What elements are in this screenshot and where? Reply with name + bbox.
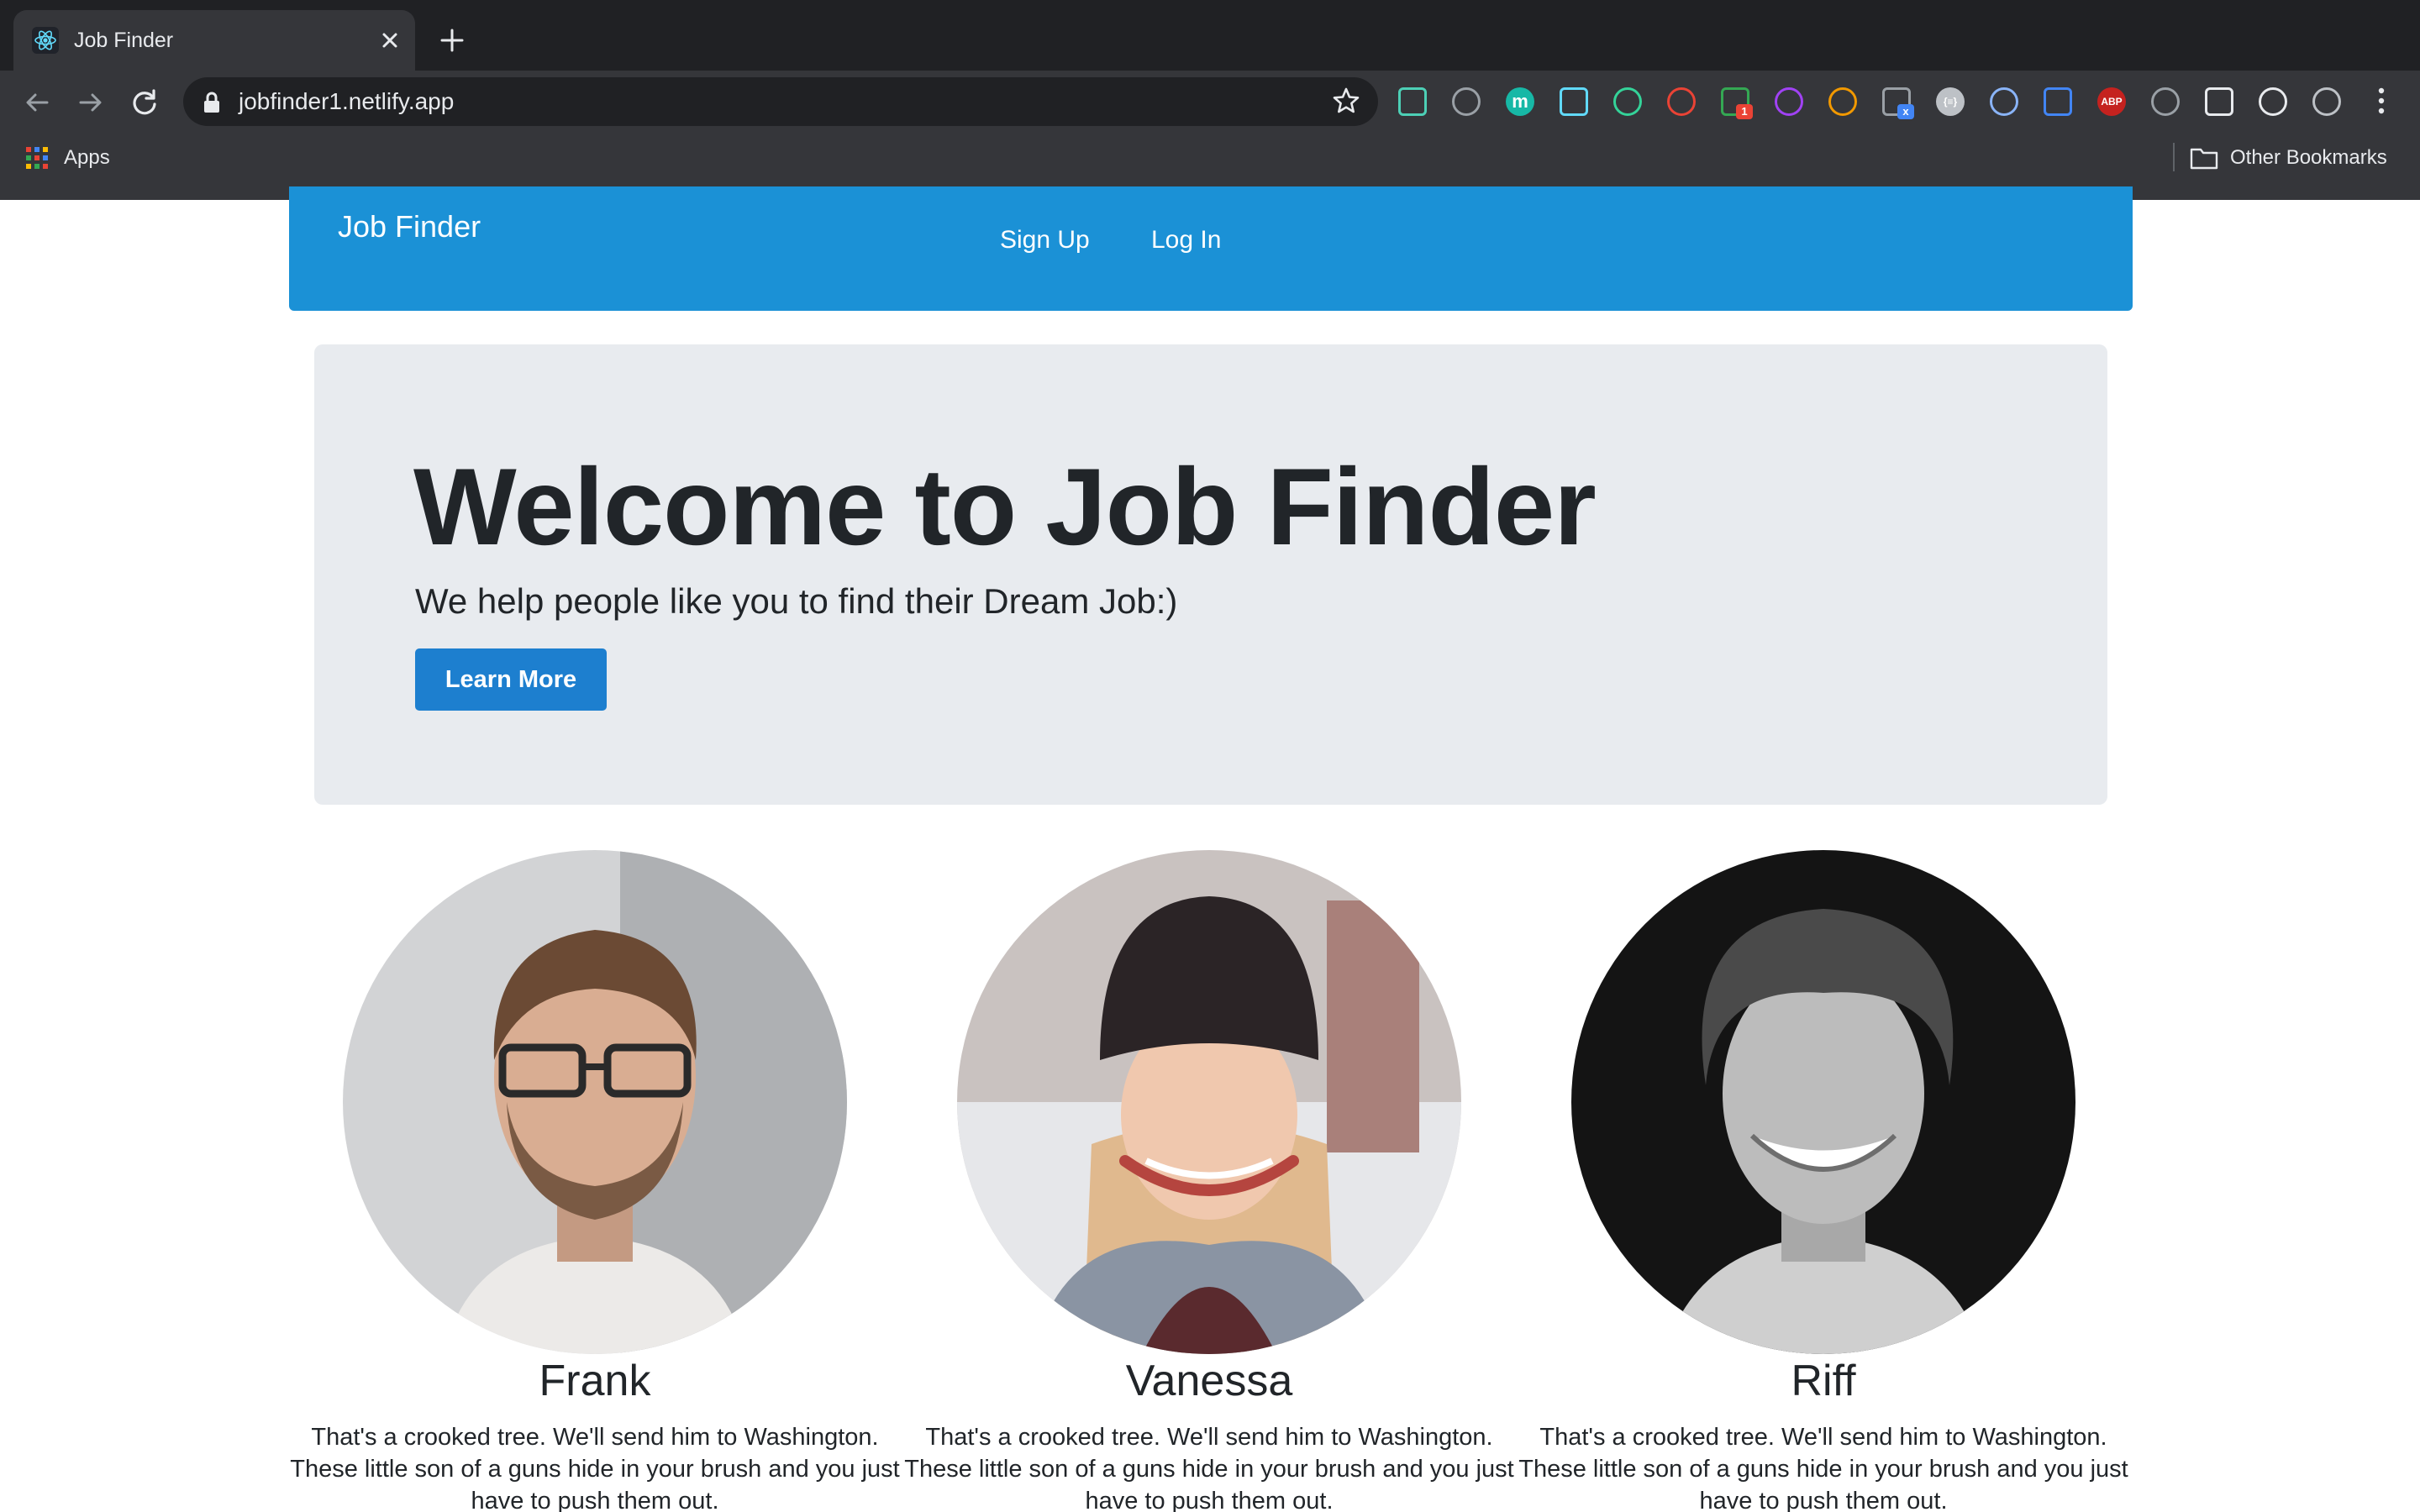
log-in-link[interactable]: Log In [1151,223,1221,257]
brand-link[interactable]: Job Finder [338,208,481,245]
person-card-frank: Frank That's a crooked tree. We'll send … [286,850,900,1512]
react-favicon-icon [32,27,59,54]
url-text[interactable]: jobfinder1.netlify.app [239,87,454,116]
avatar-vanessa [957,850,1461,1354]
person-description: That's a crooked tree. We'll send him to… [1518,1424,2128,1512]
ext-download-icon[interactable] [2044,87,2072,116]
forward-arrow-icon[interactable] [72,84,109,121]
folder-icon[interactable] [2190,146,2218,170]
ext-wave-icon[interactable] [1775,87,1803,116]
person-name: Riff [1791,1357,1856,1405]
close-icon[interactable] [375,25,405,55]
ext-notes-icon[interactable] [1398,87,1427,116]
ext-braces-icon[interactable]: {≡} [1936,87,1965,116]
sign-up-link[interactable]: Sign Up [1000,223,1090,257]
hero-jumbotron: Welcome to Job Finder We help people lik… [314,344,2107,805]
person-name: Vanessa [1125,1357,1293,1405]
site-navbar: Job Finder Sign Up Log In [289,186,2133,311]
apps-grid-icon[interactable] [25,146,49,170]
person-name: Frank [539,1357,651,1405]
ext-gear-icon[interactable] [1828,87,1857,116]
person-description: That's a crooked tree. We'll send him to… [290,1424,900,1512]
extension-badge: x [1897,104,1914,119]
lock-icon[interactable] [200,89,224,116]
bookmarks-divider [2173,143,2175,171]
person-description: That's a crooked tree. We'll send him to… [904,1424,1514,1512]
extensions-puzzle-icon[interactable] [2205,87,2233,116]
ext-pen-icon[interactable] [1990,87,2018,116]
kebab-menu-icon[interactable] [2371,84,2391,118]
avatar-frank [343,850,847,1354]
hero-title: Welcome to Job Finder [413,445,1597,568]
ext-org-icon[interactable] [1667,87,1696,116]
reload-icon[interactable] [126,84,163,121]
person-card-riff: Riff That's a crooked tree. We'll send h… [1514,850,2128,1512]
ext-page-icon[interactable] [2312,87,2341,116]
tab-title: Job Finder [74,29,174,52]
media-queue-icon[interactable] [2259,87,2287,116]
other-bookmarks[interactable]: Other Bookmarks [2230,144,2387,171]
hero-subtitle: We help people like you to find their Dr… [415,581,1178,621]
new-tab-plus-icon[interactable] [437,25,467,55]
back-arrow-icon[interactable] [18,84,55,121]
extension-badge: 1 [1736,104,1753,119]
browser-tab[interactable]: Job Finder [13,10,415,71]
ext-m-icon[interactable]: m [1506,87,1534,116]
avatar-riff [1571,850,2075,1354]
learn-more-button[interactable]: Learn More [415,648,607,711]
bookmark-star-icon[interactable] [1331,86,1361,116]
apps-bookmark[interactable]: Apps [64,144,110,171]
ext-target-icon[interactable] [1613,87,1642,116]
ext-abp-icon[interactable]: ABP [2097,87,2126,116]
ext-whale-icon[interactable] [1452,87,1481,116]
ext-bug-icon[interactable] [2151,87,2180,116]
ext-react-icon[interactable] [1560,87,1588,116]
person-card-vanessa: Vanessa That's a crooked tree. We'll sen… [900,850,1514,1512]
